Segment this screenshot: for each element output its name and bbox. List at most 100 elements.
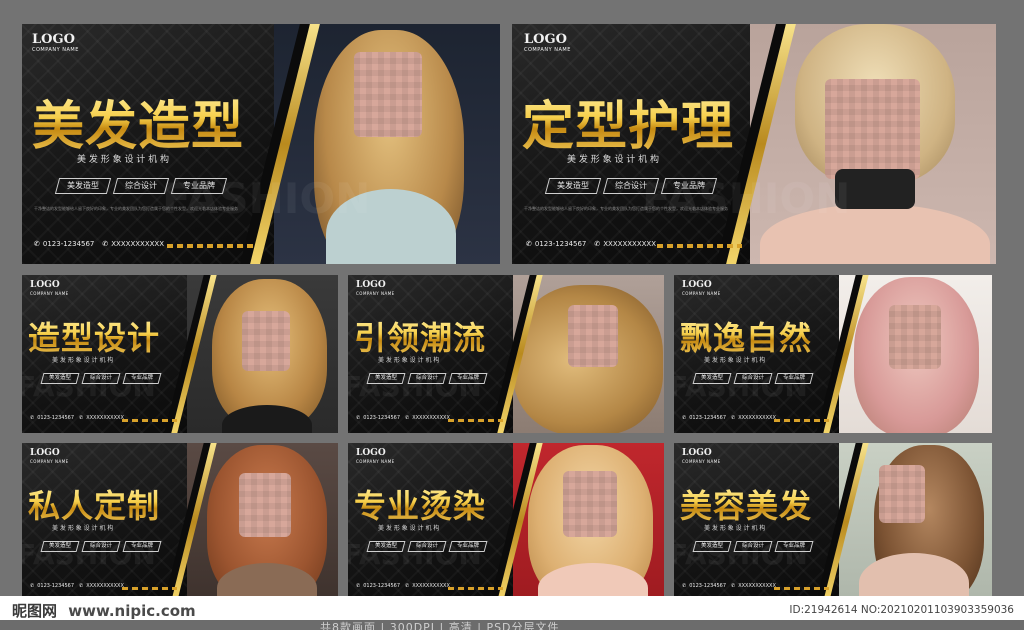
tag-row: 美发造型 综合设计 专业品牌 xyxy=(544,178,718,194)
phone-icon: ✆ xyxy=(682,583,687,589)
banner-title: 造型设计 xyxy=(28,313,160,359)
logo: LOGO COMPANY NAME xyxy=(682,448,721,464)
contact-row: ✆ 0123-1234567 ✆ XXXXXXXXXXX xyxy=(526,240,657,248)
tag-row: 美发造型 综合设计 专业品牌 xyxy=(366,541,488,552)
tag-2: 综合设计 xyxy=(81,373,121,384)
banner-card-6[interactable]: FASHION LOGO COMPANY NAME 私人定制 美 发 形 象 设… xyxy=(22,443,338,601)
tag-3: 专业品牌 xyxy=(660,178,718,194)
phone-icon: ✆ xyxy=(731,415,736,421)
tag-1: 美发造型 xyxy=(40,373,80,384)
banner-description: 干净整洁的发型能够给人留下良好的印象，专业的美发团队为您打造属于您的个性发型，欢… xyxy=(524,206,728,211)
banner-subtitle: 美 发 形 象 设 计 机 构 xyxy=(77,155,170,165)
banner-subtitle: 美 发 形 象 设 计 机 构 xyxy=(704,525,766,532)
banner-title: 引领潮流 xyxy=(354,313,486,359)
chevron-divider xyxy=(774,419,829,422)
tag-row: 美发造型 综合设计 专业品牌 xyxy=(40,541,162,552)
phone-icon: ✆ xyxy=(102,240,109,248)
banner-title: 专业烫染 xyxy=(354,481,486,527)
tag-2: 综合设计 xyxy=(407,373,447,384)
phone-icon: ✆ xyxy=(731,583,736,589)
chevron-divider xyxy=(448,587,503,590)
contact-row: ✆ 0123-1234567 ✆ XXXXXXXXXXX xyxy=(30,583,124,589)
tag-2: 综合设计 xyxy=(81,541,121,552)
tag-row: 美发造型 综合设计 专业品牌 xyxy=(54,178,228,194)
logo: LOGO COMPANY NAME xyxy=(682,280,721,296)
info-strip-text: 共8款画面 | 300DPI | 高清 | PSD分层文件 xyxy=(320,621,560,630)
chevron-divider xyxy=(657,244,742,248)
contact-row: ✆ 0123-1234567 ✆ XXXXXXXXXXX xyxy=(30,415,124,421)
tag-1: 美发造型 xyxy=(54,178,112,194)
image-id-text: ID:21942614 NO:20210201103903359036 xyxy=(789,604,1014,616)
tag-2: 综合设计 xyxy=(733,373,773,384)
banner-card-1[interactable]: FASHION LOGO COMPANY NAME 美发造型 美 发 形 象 设… xyxy=(22,24,500,264)
phone-icon: ✆ xyxy=(594,240,601,248)
banner-card-2[interactable]: FASHION LOGO COMPANY NAME 定型护理 美 发 形 象 设… xyxy=(512,24,996,264)
banner-subtitle: 美 发 形 象 设 计 机 构 xyxy=(52,525,114,532)
tag-1: 美发造型 xyxy=(40,541,80,552)
tag-2: 综合设计 xyxy=(407,541,447,552)
banner-title: 飘逸自然 xyxy=(680,313,812,359)
banner-title: 私人定制 xyxy=(28,481,160,527)
banner-subtitle: 美 发 形 象 设 计 机 构 xyxy=(52,357,114,364)
tag-row: 美发造型 综合设计 专业品牌 xyxy=(366,373,488,384)
footer-site[interactable]: 昵图网 www.nipic.com xyxy=(12,600,196,621)
tag-3: 专业品牌 xyxy=(170,178,228,194)
banner-card-4[interactable]: FASHION LOGO COMPANY NAME 引领潮流 美 发 形 象 设… xyxy=(348,275,664,433)
logo: LOGO COMPANY NAME xyxy=(30,448,69,464)
contact-row: ✆ 0123-1234567 ✆ XXXXXXXXXXX xyxy=(34,240,165,248)
logo: LOGO COMPANY NAME xyxy=(30,280,69,296)
chevron-divider xyxy=(774,587,829,590)
tag-3: 专业品牌 xyxy=(122,373,162,384)
phone-icon: ✆ xyxy=(79,415,84,421)
phone-icon: ✆ xyxy=(405,415,410,421)
banner-subtitle: 美 发 形 象 设 计 机 构 xyxy=(704,357,766,364)
tag-1: 美发造型 xyxy=(366,541,406,552)
logo: LOGO COMPANY NAME xyxy=(356,448,395,464)
phone-icon: ✆ xyxy=(405,583,410,589)
banner-subtitle: 美 发 形 象 设 计 机 构 xyxy=(378,357,440,364)
tag-1: 美发造型 xyxy=(544,178,602,194)
phone-icon: ✆ xyxy=(79,583,84,589)
chevron-divider xyxy=(122,587,177,590)
phone-icon: ✆ xyxy=(526,240,532,248)
chevron-divider xyxy=(167,244,257,248)
logo: LOGO COMPANY NAME xyxy=(32,32,79,53)
tag-row: 美发造型 综合设计 专业品牌 xyxy=(692,541,814,552)
phone-icon: ✆ xyxy=(34,240,40,248)
banner-description: 干净整洁的发型能够给人留下良好的印象，专业的美发团队为您打造属于您的个性发型，欢… xyxy=(34,206,238,211)
chevron-divider xyxy=(122,419,177,422)
banner-card-3[interactable]: FASHION LOGO COMPANY NAME 造型设计 美 发 形 象 设… xyxy=(22,275,338,433)
tag-3: 专业品牌 xyxy=(774,541,814,552)
tag-3: 专业品牌 xyxy=(448,541,488,552)
banner-card-8[interactable]: FASHION LOGO COMPANY NAME 美容美发 美 发 形 象 设… xyxy=(674,443,992,601)
tag-row: 美发造型 综合设计 专业品牌 xyxy=(692,373,814,384)
logo: LOGO COMPANY NAME xyxy=(524,32,571,53)
phone-icon: ✆ xyxy=(30,583,35,589)
tag-3: 专业品牌 xyxy=(774,373,814,384)
contact-row: ✆ 0123-1234567 ✆ XXXXXXXXXXX xyxy=(356,583,450,589)
chevron-divider xyxy=(448,419,503,422)
tag-2: 综合设计 xyxy=(733,541,773,552)
tag-1: 美发造型 xyxy=(366,373,406,384)
banner-subtitle: 美 发 形 象 设 计 机 构 xyxy=(567,155,660,165)
banner-card-5[interactable]: FASHION LOGO COMPANY NAME 飘逸自然 美 发 形 象 设… xyxy=(674,275,992,433)
phone-icon: ✆ xyxy=(356,415,361,421)
banner-title: 美发造型 xyxy=(32,84,244,159)
phone-icon: ✆ xyxy=(356,583,361,589)
banner-card-7[interactable]: FASHION LOGO COMPANY NAME 专业烫染 美 发 形 象 设… xyxy=(348,443,664,601)
banner-subtitle: 美 发 形 象 设 计 机 构 xyxy=(378,525,440,532)
phone-icon: ✆ xyxy=(30,415,35,421)
contact-row: ✆ 0123-1234567 ✆ XXXXXXXXXXX xyxy=(682,415,776,421)
tag-3: 专业品牌 xyxy=(122,541,162,552)
banner-title: 定型护理 xyxy=(522,84,734,159)
tag-1: 美发造型 xyxy=(692,541,732,552)
contact-row: ✆ 0123-1234567 ✆ XXXXXXXXXXX xyxy=(356,415,450,421)
site-brand: 昵图网 xyxy=(12,602,58,620)
contact-row: ✆ 0123-1234567 ✆ XXXXXXXXXXX xyxy=(682,583,776,589)
phone-icon: ✆ xyxy=(682,415,687,421)
tag-row: 美发造型 综合设计 专业品牌 xyxy=(40,373,162,384)
banner-title: 美容美发 xyxy=(680,481,812,527)
tag-1: 美发造型 xyxy=(692,373,732,384)
info-strip: 共8款画面 | 300DPI | 高清 | PSD分层文件 xyxy=(0,620,1024,630)
tag-3: 专业品牌 xyxy=(448,373,488,384)
